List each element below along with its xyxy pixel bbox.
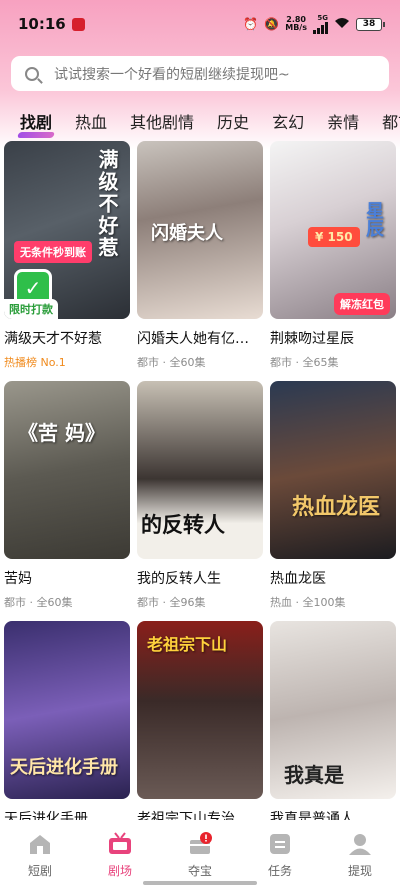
home-icon xyxy=(30,835,50,854)
instant-payout-badge: 无条件秒到账 xyxy=(14,241,92,263)
drama-title: 荆棘吻过星辰 xyxy=(270,331,354,347)
tv-icon xyxy=(109,832,131,854)
poster-title-art: 《苦 妈》 xyxy=(18,421,105,445)
limited-payout-badge: 限时打款 xyxy=(4,299,58,319)
tab-find-drama[interactable]: 找剧 xyxy=(16,109,56,138)
search-bar[interactable]: 试试搜索一个好看的短剧继续提现吧~ xyxy=(11,56,389,91)
active-tab-indicator xyxy=(16,132,56,138)
nav-label: 剧场 xyxy=(107,864,132,878)
red-packet-amount: ¥ 150 xyxy=(308,227,360,247)
network-type: 5G xyxy=(317,14,328,22)
drama-poster[interactable]: 我真是 xyxy=(270,621,396,799)
poster-title-art: 热血龙医 xyxy=(292,495,381,520)
drama-meta: 热血 · 全100集 xyxy=(270,596,346,609)
drama-grid: 满级不好惹 无条件秒到账 ✓ 限时打款 满级天才不好惹 热播榜 No.1 闪婚夫… xyxy=(4,141,396,861)
app-notification-icon xyxy=(71,17,85,31)
profile-icon xyxy=(349,834,371,855)
battery-icon: 38 xyxy=(356,17,385,31)
category-tabs: 找剧 热血 其他剧情 历史 玄幻 亲情 都市 xyxy=(0,104,400,138)
drama-meta: 都市 · 全60集 xyxy=(137,356,206,369)
drama-poster[interactable]: 热血龙医 xyxy=(270,381,396,559)
unfreeze-red-packet-button[interactable]: 解冻红包 xyxy=(334,293,390,315)
mute-icon: 🔕 xyxy=(264,17,280,31)
drama-poster[interactable]: 老祖宗下山 xyxy=(137,621,263,799)
poster-title-art: 闪婚夫人 xyxy=(151,223,223,244)
search-placeholder: 试试搜索一个好看的短剧继续提现吧~ xyxy=(54,66,290,83)
alarm-icon: ⏰ xyxy=(243,17,259,31)
battery-level: 38 xyxy=(362,19,376,29)
nav-short-drama[interactable]: 短剧 xyxy=(10,832,70,879)
drama-title: 我的反转人生 xyxy=(137,571,221,587)
tab-urban[interactable]: 都市 xyxy=(382,109,400,133)
wifi-icon xyxy=(334,17,350,32)
nav-tasks[interactable]: 任务 xyxy=(250,832,310,879)
drama-title: 满级天才不好惹 xyxy=(4,331,102,347)
search-icon xyxy=(25,66,39,81)
drama-meta: 都市 · 全96集 xyxy=(137,596,206,609)
nav-treasure[interactable]: 夺宝 xyxy=(170,832,230,879)
tab-history[interactable]: 历史 xyxy=(217,109,249,133)
poster-title-art: 老祖宗下山 xyxy=(147,635,228,654)
tab-hot-blood[interactable]: 热血 xyxy=(75,109,107,133)
drama-card[interactable]: 《苦 妈》 苦妈 都市 · 全60集 xyxy=(4,381,130,621)
poster-title-art: 的反转人 xyxy=(141,513,225,537)
drama-poster[interactable]: 《苦 妈》 xyxy=(4,381,130,559)
drama-card[interactable]: 闪婚夫人 闪婚夫人她有亿点野 都市 · 全60集 xyxy=(137,141,263,381)
nav-theater[interactable]: 剧场 xyxy=(90,832,150,879)
drama-card[interactable]: 热血龙医 热血龙医 热血 · 全100集 xyxy=(270,381,396,621)
tab-label: 找剧 xyxy=(20,113,53,132)
drama-title: 热血龙医 xyxy=(270,571,326,587)
drama-meta: 热播榜 No.1 xyxy=(4,356,66,369)
nav-label: 短剧 xyxy=(27,864,52,878)
drama-card[interactable]: 满级不好惹 无条件秒到账 ✓ 限时打款 满级天才不好惹 热播榜 No.1 xyxy=(4,141,130,381)
treasure-chest-icon xyxy=(190,832,212,854)
drama-poster[interactable]: 星辰 ¥ 150 解冻红包 xyxy=(270,141,396,319)
nav-label: 任务 xyxy=(267,864,292,878)
speed-unit: MB/s xyxy=(285,23,307,32)
poster-title-art: 满级不好惹 xyxy=(95,149,119,259)
drama-card[interactable]: 星辰 ¥ 150 解冻红包 荆棘吻过星辰 都市 · 全65集 xyxy=(270,141,396,381)
tab-other-plots[interactable]: 其他剧情 xyxy=(130,109,194,133)
drama-card[interactable]: 的反转人 我的反转人生 都市 · 全96集 xyxy=(137,381,263,621)
status-icons: ⏰ 🔕 2.80 MB/s 5G 38 xyxy=(243,14,385,34)
status-bar: 10:16 ⏰ 🔕 2.80 MB/s 5G 38 xyxy=(0,0,400,48)
signal-bars-icon xyxy=(313,22,328,34)
poster-title-art: 我真是 xyxy=(284,763,344,787)
drama-meta: 都市 · 全65集 xyxy=(270,356,339,369)
home-indicator[interactable] xyxy=(143,881,257,885)
drama-poster[interactable]: 天后进化手册 xyxy=(4,621,130,799)
cell-signal: 5G xyxy=(313,14,328,34)
drama-title: 闪婚夫人她有亿点野 xyxy=(137,331,261,347)
bottom-navigation: 短剧 剧场 夺宝 任务 提现 xyxy=(0,820,400,889)
drama-poster[interactable]: 满级不好惹 无条件秒到账 ✓ 限时打款 xyxy=(4,141,130,319)
drama-title: 苦妈 xyxy=(4,571,32,587)
network-speed: 2.80 MB/s xyxy=(285,16,307,32)
task-list-icon xyxy=(270,834,290,854)
nav-label: 夺宝 xyxy=(187,864,212,878)
nav-label: 提现 xyxy=(347,864,372,878)
tab-fantasy[interactable]: 玄幻 xyxy=(272,109,304,133)
nav-withdraw[interactable]: 提现 xyxy=(330,832,390,879)
drama-poster[interactable]: 闪婚夫人 xyxy=(137,141,263,319)
drama-meta: 都市 · 全60集 xyxy=(4,596,73,609)
status-time: 10:16 xyxy=(18,15,66,33)
drama-poster[interactable]: 的反转人 xyxy=(137,381,263,559)
poster-title-art: 星辰 xyxy=(363,201,384,237)
poster-title-art: 天后进化手册 xyxy=(10,757,118,778)
tab-family[interactable]: 亲情 xyxy=(327,109,359,133)
